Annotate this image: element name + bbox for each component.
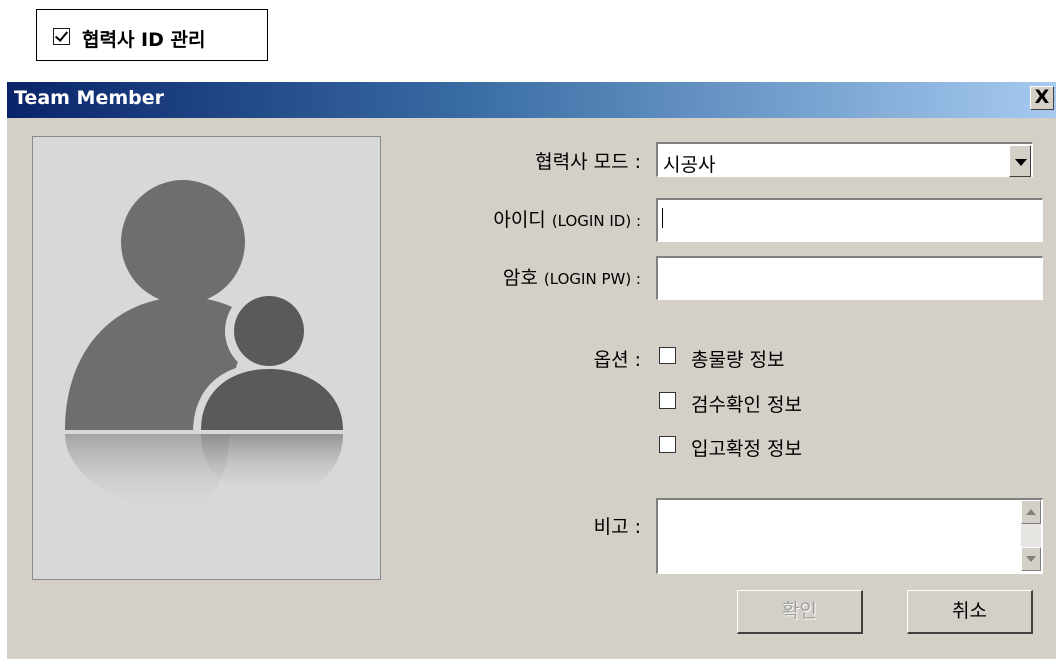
avatar-panel (32, 136, 381, 580)
option-receiving-checkbox[interactable] (659, 436, 676, 453)
partner-id-manage-checkbox[interactable] (53, 28, 70, 45)
confirm-button[interactable]: 확인 (737, 590, 863, 634)
option-inspection-checkbox[interactable] (659, 392, 676, 409)
team-member-dialog: Team Member X 협력사 모드: 시공사 아이디 (LOGIN ID… (7, 82, 1056, 659)
login-id-label: 아이디 (LOGIN ID) : (493, 205, 641, 232)
scrollbar-track[interactable] (1021, 524, 1041, 547)
login-pw-label-main: 암호 (502, 267, 544, 289)
cancel-button[interactable]: 취소 (907, 590, 1033, 634)
partner-mode-label: 협력사 모드 : (535, 151, 641, 173)
login-pw-label: 암호 (LOGIN PW) : (503, 263, 641, 290)
scroll-down-icon[interactable] (1021, 547, 1041, 571)
memo-textarea[interactable] (656, 498, 1043, 574)
partner-id-manage-label: 협력사 ID 관리 (82, 29, 206, 51)
login-pw-label-sub: (LOGIN PW) : (543, 270, 641, 288)
option-inspection-label: 검수확인 정보 (691, 394, 802, 416)
close-icon: X (1034, 86, 1050, 108)
login-pw-input[interactable] (656, 256, 1043, 300)
login-id-label-main: 아이디 (493, 209, 552, 231)
memo-label: 비고 : (593, 516, 641, 538)
text-caret (662, 208, 663, 228)
dialog-titlebar[interactable]: Team Member X (7, 82, 1056, 118)
chevron-down-icon[interactable] (1009, 145, 1031, 177)
close-button[interactable]: X (1030, 86, 1054, 110)
partner-mode-select[interactable]: 시공사 (656, 142, 1033, 177)
login-id-input[interactable] (656, 198, 1043, 242)
partner-id-manage-checkbox-group: 협력사 ID 관리 (36, 9, 268, 61)
option-total-quantity-checkbox[interactable] (659, 347, 676, 364)
option-receiving-label: 입고확정 정보 (691, 438, 802, 460)
partner-mode-value: 시공사 (663, 154, 716, 176)
scroll-up-icon[interactable] (1021, 500, 1041, 524)
option-total-quantity-label: 총물량 정보 (691, 349, 785, 371)
team-members-icon (65, 180, 353, 515)
login-id-label-sub: (LOGIN ID) : (551, 212, 641, 230)
options-label: 옵션 : (593, 349, 641, 371)
dialog-title: Team Member (14, 87, 165, 109)
